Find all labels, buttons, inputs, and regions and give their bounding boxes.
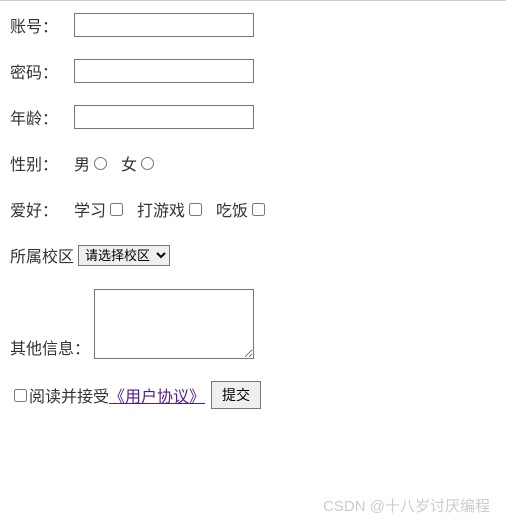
agreement-row: 阅读并接受 《用户协议》 提交 xyxy=(10,381,496,409)
gender-option-female: 女 xyxy=(121,151,156,175)
gender-female-radio[interactable] xyxy=(141,157,154,170)
hobby-options: 学习 打游戏 吃饭 xyxy=(74,197,279,221)
campus-label: 所属校区 xyxy=(10,243,74,267)
gender-label: 性别： xyxy=(10,151,70,175)
hobby-row: 爱好： 学习 打游戏 吃饭 xyxy=(10,197,496,221)
gender-male-radio[interactable] xyxy=(94,157,107,170)
gender-options: 男 女 xyxy=(74,151,168,175)
age-label: 年龄： xyxy=(10,105,70,129)
hobby-option-study: 学习 xyxy=(74,197,125,221)
agreement-text: 阅读并接受 xyxy=(29,383,109,407)
hobby-study-checkbox[interactable] xyxy=(110,203,123,216)
agreement-link[interactable]: 《用户协议》 xyxy=(109,383,205,407)
account-row: 账号： xyxy=(10,13,496,37)
hobby-option-game: 打游戏 xyxy=(137,197,204,221)
account-input[interactable] xyxy=(74,13,254,37)
password-input[interactable] xyxy=(74,59,254,83)
hobby-label: 爱好： xyxy=(10,197,70,221)
hobby-eat-checkbox[interactable] xyxy=(252,203,265,216)
age-row: 年龄： xyxy=(10,105,496,129)
gender-male-label: 男 xyxy=(74,151,90,175)
other-label: 其他信息： xyxy=(10,335,90,359)
submit-button[interactable]: 提交 xyxy=(211,381,261,409)
campus-select[interactable]: 请选择校区 xyxy=(78,245,170,266)
other-textarea[interactable] xyxy=(94,289,254,359)
campus-row: 所属校区 请选择校区 xyxy=(10,243,496,267)
other-row: 其他信息： xyxy=(10,289,496,359)
password-label: 密码： xyxy=(10,59,70,83)
gender-female-label: 女 xyxy=(121,151,137,175)
hobby-study-label: 学习 xyxy=(74,197,106,221)
agreement-checkbox[interactable] xyxy=(14,389,27,402)
hobby-game-checkbox[interactable] xyxy=(189,203,202,216)
gender-row: 性别： 男 女 xyxy=(10,151,496,175)
hobby-option-eat: 吃饭 xyxy=(216,197,267,221)
gender-option-male: 男 xyxy=(74,151,109,175)
watermark: CSDN @十八岁讨厌编程 xyxy=(323,495,490,516)
registration-form: 账号： 密码： 年龄： 性别： 男 女 爱好： 学习 xyxy=(0,0,506,431)
age-input[interactable] xyxy=(74,105,254,129)
hobby-eat-label: 吃饭 xyxy=(216,197,248,221)
hobby-game-label: 打游戏 xyxy=(137,197,185,221)
password-row: 密码： xyxy=(10,59,496,83)
account-label: 账号： xyxy=(10,13,70,37)
